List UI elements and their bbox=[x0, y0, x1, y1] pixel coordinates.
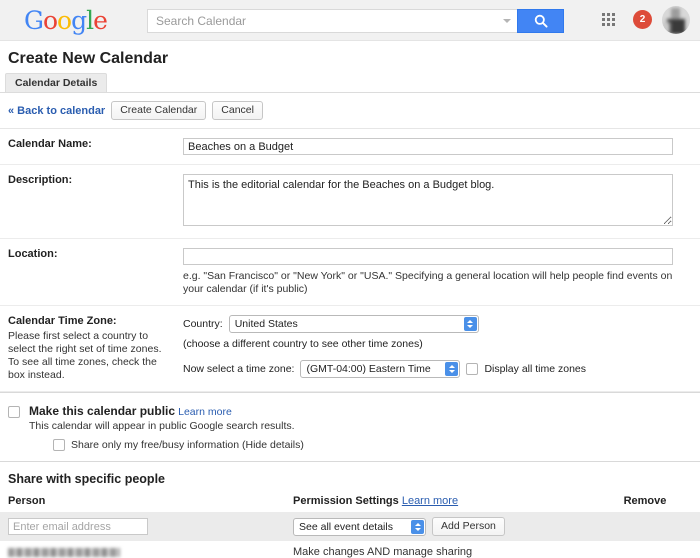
person-permission-cell: Make changes AND manage sharing bbox=[293, 546, 473, 558]
description-textarea[interactable]: This is the editorial calendar for the B… bbox=[183, 174, 673, 226]
timezone-row: Now select a time zone: (GMT-04:00) East… bbox=[183, 360, 692, 378]
make-public-section: Make this calendar public Learn more Thi… bbox=[0, 392, 700, 461]
calendar-name-input[interactable] bbox=[183, 138, 673, 155]
tab-strip: Calendar Details bbox=[0, 73, 700, 93]
timezone-sublabel: Please first select a country to select … bbox=[8, 330, 162, 381]
avatar[interactable] bbox=[662, 6, 690, 34]
timezone-field-cell: Country: United States (choose a differe… bbox=[175, 306, 700, 392]
make-public-texts: Make this calendar public Learn more Thi… bbox=[29, 404, 304, 451]
column-permission-cell: Permission Settings Learn more bbox=[285, 493, 590, 512]
calendar-name-field-cell bbox=[175, 129, 700, 165]
add-person-permission-cell: See all event details Add Person bbox=[285, 512, 590, 541]
table-row: Make changes AND manage sharing bbox=[0, 541, 700, 558]
make-public-learn-more-link[interactable]: Learn more bbox=[178, 406, 232, 418]
form-row-location: Location: e.g. "San Francisco" or "New Y… bbox=[0, 239, 700, 306]
back-to-calendar-link-top[interactable]: « Back to calendar bbox=[8, 105, 105, 117]
form-row-calendar-name: Calendar Name: bbox=[0, 129, 700, 165]
search-input[interactable] bbox=[154, 13, 499, 29]
share-section-title: Share with specific people bbox=[8, 472, 165, 486]
person-email-cell bbox=[0, 541, 285, 558]
country-select-wrapper[interactable]: United States bbox=[228, 315, 479, 333]
description-label: Description: bbox=[8, 174, 73, 186]
email-input[interactable] bbox=[8, 518, 148, 535]
search-input-wrapper[interactable] bbox=[147, 9, 517, 33]
display-all-timezones-checkbox[interactable] bbox=[466, 363, 479, 375]
notification-badge[interactable]: 2 bbox=[633, 10, 652, 29]
page-title: Create New Calendar bbox=[8, 50, 169, 67]
person-remove-cell bbox=[590, 541, 700, 558]
permission-learn-more-link[interactable]: Learn more bbox=[402, 495, 458, 507]
make-public-heading-row: Make this calendar public Learn more bbox=[29, 404, 304, 418]
form-row-description: Description: This is the editorial calen… bbox=[0, 165, 700, 239]
timezone-label-cell: Calendar Time Zone: Please first select … bbox=[0, 306, 175, 392]
permission-select[interactable]: See all event details bbox=[293, 517, 426, 536]
search-bar bbox=[147, 9, 564, 33]
timezone-select[interactable]: (GMT-04:00) Eastern Time bbox=[300, 360, 461, 378]
share-section: Share with specific people Person Permis… bbox=[0, 461, 700, 558]
country-row: Country: United States bbox=[183, 315, 692, 333]
location-field-cell: e.g. "San Francisco" or "New York" or "U… bbox=[175, 239, 700, 306]
chevron-down-icon[interactable] bbox=[503, 19, 511, 23]
make-public-title: Make this calendar public bbox=[29, 404, 176, 418]
description-field-cell: This is the editorial calendar for the B… bbox=[175, 165, 700, 239]
country-select[interactable]: United States bbox=[228, 315, 479, 333]
create-calendar-button-top[interactable]: Create Calendar bbox=[111, 101, 207, 120]
timezone-select-wrapper[interactable]: (GMT-04:00) Eastern Time bbox=[300, 360, 461, 378]
freebusy-row: Share only my free/busy information (Hid… bbox=[53, 439, 304, 451]
country-note: (choose a different country to see other… bbox=[183, 338, 423, 350]
calendar-name-label: Calendar Name: bbox=[8, 138, 92, 150]
form-row-timezone: Calendar Time Zone: Please first select … bbox=[0, 306, 700, 392]
freebusy-label: Share only my free/busy information (Hid… bbox=[71, 439, 304, 451]
add-person-remove-cell bbox=[590, 512, 700, 541]
redacted-email bbox=[8, 547, 120, 557]
location-label: Location: bbox=[8, 248, 58, 260]
apps-grid-icon[interactable] bbox=[602, 13, 618, 29]
cancel-button-top[interactable]: Cancel bbox=[212, 101, 263, 120]
freebusy-checkbox[interactable] bbox=[53, 439, 65, 451]
description-label-cell: Description: bbox=[0, 165, 175, 239]
column-person: Person bbox=[8, 495, 46, 507]
tab-calendar-details[interactable]: Calendar Details bbox=[5, 73, 108, 92]
add-person-email-cell bbox=[0, 512, 285, 541]
country-label: Country: bbox=[183, 318, 223, 330]
timezone-label: Calendar Time Zone: bbox=[8, 315, 117, 327]
share-table: Person Permission Settings Learn more Re… bbox=[0, 493, 700, 558]
timezone-select-label: Now select a time zone: bbox=[183, 363, 295, 375]
location-hint: e.g. "San Francisco" or "New York" or "U… bbox=[183, 270, 673, 295]
display-all-timezones-label: Display all time zones bbox=[484, 363, 587, 375]
search-icon bbox=[534, 14, 548, 28]
column-remove: Remove bbox=[623, 495, 667, 507]
permission-select-wrapper[interactable]: See all event details bbox=[293, 517, 426, 536]
share-add-person-row: See all event details Add Person bbox=[0, 512, 700, 541]
action-bar-top: « Back to calendar Create Calendar Cance… bbox=[0, 93, 700, 129]
column-permission: Permission Settings bbox=[293, 495, 399, 507]
location-input[interactable] bbox=[183, 248, 673, 265]
calendar-name-label-cell: Calendar Name: bbox=[0, 129, 175, 165]
location-label-cell: Location: bbox=[0, 239, 175, 306]
calendar-details-form: Calendar Name: Description: This is the … bbox=[0, 129, 700, 392]
share-table-header: Person Permission Settings Learn more Re… bbox=[0, 493, 700, 512]
google-logo[interactable]: Google bbox=[24, 8, 108, 33]
top-bar: Google 2 bbox=[0, 0, 700, 41]
add-person-button[interactable]: Add Person bbox=[432, 517, 505, 536]
make-public-description: This calendar will appear in public Goog… bbox=[29, 420, 295, 432]
permission-controls: See all event details Add Person bbox=[293, 517, 582, 536]
search-button[interactable] bbox=[517, 9, 564, 33]
make-public-checkbox[interactable] bbox=[8, 406, 20, 418]
